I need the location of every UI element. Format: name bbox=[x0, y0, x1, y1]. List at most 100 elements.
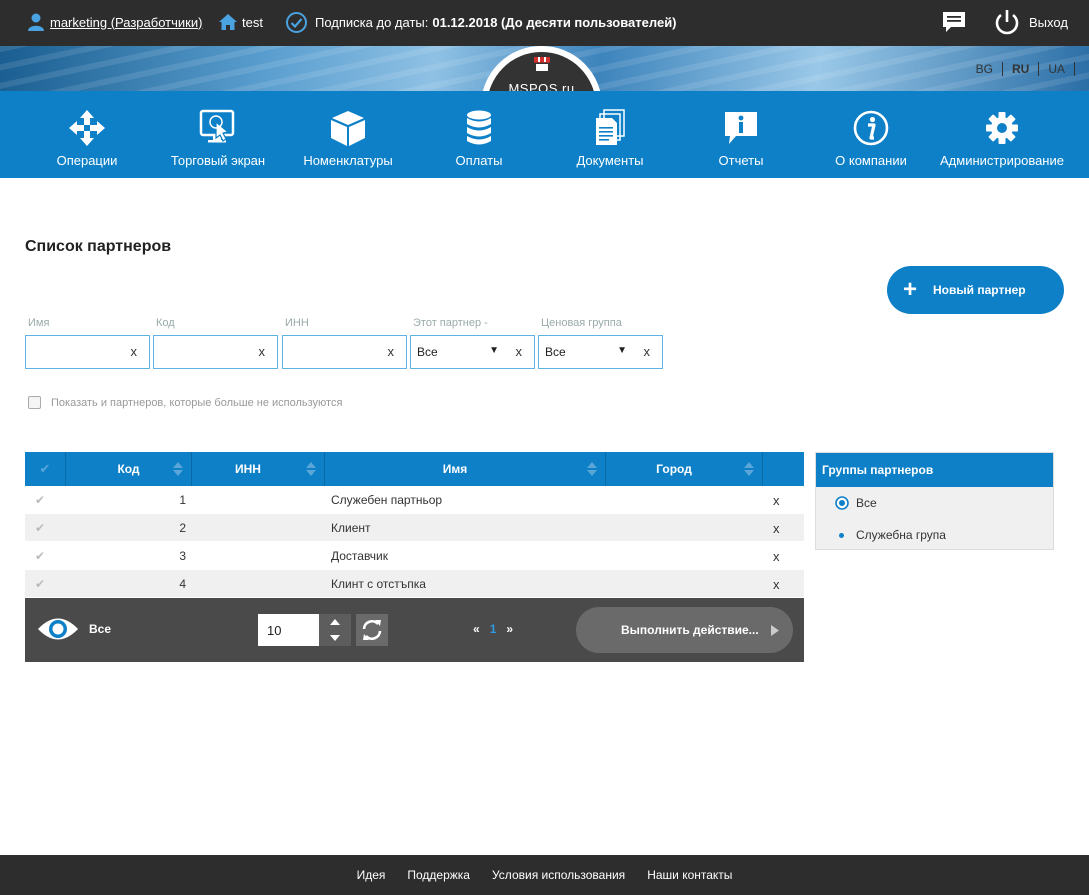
documents-icon bbox=[590, 108, 630, 148]
bullet-icon bbox=[839, 532, 844, 538]
info-circle-icon bbox=[851, 108, 891, 148]
row-check-icon[interactable]: ✔ bbox=[35, 542, 45, 570]
sort-icon[interactable] bbox=[744, 461, 754, 477]
view-toggle[interactable]: Все bbox=[37, 614, 111, 644]
sort-icon[interactable] bbox=[173, 461, 183, 477]
column-code[interactable]: Код bbox=[66, 452, 192, 486]
radio-selected-icon bbox=[835, 496, 849, 510]
nav-documents[interactable]: Документы bbox=[545, 91, 675, 178]
grid-header: ✔ Код ИНН Имя Город bbox=[25, 452, 804, 486]
page-size-stepper[interactable] bbox=[319, 614, 351, 646]
nav-products[interactable]: Номенклатуры bbox=[283, 91, 413, 178]
store-awning-icon bbox=[534, 57, 550, 71]
nav-admin[interactable]: Администрирование bbox=[937, 91, 1067, 178]
partner-groups-panel: Группы партнеров Все Служебна група bbox=[815, 452, 1054, 550]
footer-link-idea[interactable]: Идея bbox=[357, 868, 386, 882]
new-partner-button[interactable]: + Новый партнер bbox=[887, 266, 1064, 314]
clear-icon[interactable]: x bbox=[131, 344, 138, 359]
home-icon bbox=[218, 13, 238, 31]
touch-screen-icon bbox=[198, 108, 238, 148]
delete-icon[interactable]: x bbox=[773, 542, 780, 570]
clear-icon[interactable]: x bbox=[516, 344, 523, 359]
table-row[interactable]: ✔ 4 Клинт с отстъпка x bbox=[25, 570, 804, 598]
group-item-all[interactable]: Все bbox=[816, 487, 1053, 519]
nav-pos-screen[interactable]: Торговый экран bbox=[153, 91, 283, 178]
name-filter-input[interactable]: x bbox=[25, 335, 150, 369]
name-filter-label: Имя bbox=[28, 317, 50, 329]
refresh-icon bbox=[362, 620, 382, 640]
inn-filter-label: ИНН bbox=[285, 317, 309, 329]
subscription-value: 01.12.2018 (До десяти пользователей) bbox=[432, 14, 677, 30]
view-label: Все bbox=[89, 622, 112, 636]
column-city[interactable]: Город bbox=[606, 452, 763, 486]
nav-operations[interactable]: Операции bbox=[22, 91, 152, 178]
table-row[interactable]: ✔ 2 Клиент x bbox=[25, 514, 804, 542]
user-name[interactable]: marketing (Разработчики) bbox=[50, 15, 202, 30]
nav-label: Документы bbox=[576, 153, 644, 168]
main-nav: Операции Торговый экран Номенклатуры Опл… bbox=[0, 91, 1089, 178]
show-unused-checkbox[interactable] bbox=[28, 396, 41, 409]
column-name[interactable]: Имя bbox=[325, 452, 606, 486]
select-value: Все bbox=[417, 345, 438, 359]
nav-label: О компании bbox=[835, 153, 907, 168]
select-all-column[interactable]: ✔ bbox=[25, 452, 66, 486]
this-partner-select[interactable]: Все ▼ x bbox=[410, 335, 535, 369]
lang-ua[interactable]: UA bbox=[1039, 62, 1075, 76]
coins-stack-icon bbox=[459, 108, 499, 148]
row-check-icon[interactable]: ✔ bbox=[35, 514, 45, 542]
execute-action-label: Выполнить действие... bbox=[621, 623, 759, 637]
table-row[interactable]: ✔ 1 Служебен партньор x bbox=[25, 486, 804, 514]
lang-bg[interactable]: BG bbox=[967, 62, 1003, 76]
user-link[interactable]: marketing (Разработчики) bbox=[28, 0, 202, 44]
page-size-input[interactable]: 10 bbox=[258, 614, 319, 646]
top-bar: marketing (Разработчики) test Подписка д… bbox=[0, 0, 1089, 46]
language-switcher: BG RU UA bbox=[967, 62, 1075, 76]
footer-link-terms[interactable]: Условия использования bbox=[492, 868, 625, 882]
code-filter-input[interactable]: x bbox=[153, 335, 278, 369]
store-name: test bbox=[242, 14, 263, 30]
pager: « 1 » bbox=[473, 622, 513, 636]
nav-reports[interactable]: Отчеты bbox=[676, 91, 806, 178]
footer-link-support[interactable]: Поддержка bbox=[407, 868, 470, 882]
store-link[interactable]: test bbox=[218, 0, 263, 44]
row-check-icon[interactable]: ✔ bbox=[35, 486, 45, 514]
sort-icon[interactable] bbox=[306, 461, 316, 477]
delete-icon[interactable]: x bbox=[773, 570, 780, 598]
cell-name: Служебен партньор bbox=[331, 493, 443, 507]
row-check-icon[interactable]: ✔ bbox=[35, 570, 45, 598]
sort-icon[interactable] bbox=[587, 461, 597, 477]
cell-name: Клинт с отстъпка bbox=[331, 577, 426, 591]
delete-icon[interactable]: x bbox=[773, 486, 780, 514]
pager-page[interactable]: 1 bbox=[490, 622, 497, 636]
execute-action-button[interactable]: Выполнить действие... bbox=[576, 607, 793, 653]
gear-icon bbox=[982, 108, 1022, 148]
stepper-arrows-icon bbox=[330, 619, 340, 641]
nav-payments[interactable]: Оплаты bbox=[414, 91, 544, 178]
footer-link-contacts[interactable]: Наши контакты bbox=[647, 868, 732, 882]
delete-icon[interactable]: x bbox=[773, 514, 780, 542]
nav-about[interactable]: О компании bbox=[806, 91, 936, 178]
cell-name: Клиент bbox=[331, 521, 371, 535]
clock-check-icon bbox=[285, 11, 308, 34]
page-size-value: 10 bbox=[267, 622, 282, 638]
logout-button[interactable]: Выход bbox=[993, 0, 1068, 44]
price-group-select[interactable]: Все ▼ x bbox=[538, 335, 663, 369]
messages-icon[interactable] bbox=[941, 0, 967, 44]
box-icon bbox=[328, 108, 368, 148]
select-value: Все bbox=[545, 345, 566, 359]
group-item-service[interactable]: Служебна група bbox=[816, 519, 1053, 551]
clear-icon[interactable]: x bbox=[259, 344, 266, 359]
clear-icon[interactable]: x bbox=[388, 344, 395, 359]
pager-next[interactable]: » bbox=[506, 622, 513, 636]
pager-prev[interactable]: « bbox=[473, 622, 480, 636]
lang-ru[interactable]: RU bbox=[1003, 62, 1040, 76]
banner: MSPOS.ru BG RU UA bbox=[0, 46, 1089, 91]
table-row[interactable]: ✔ 3 Доставчик x bbox=[25, 542, 804, 570]
clear-icon[interactable]: x bbox=[644, 344, 651, 359]
show-unused-label[interactable]: Показать и партнеров, которые больше не … bbox=[51, 397, 342, 409]
inn-filter-input[interactable]: x bbox=[282, 335, 407, 369]
new-partner-label: Новый партнер bbox=[933, 283, 1026, 297]
subscription-info: Подписка до даты: 01.12.2018 (До десяти … bbox=[285, 0, 677, 44]
refresh-button[interactable] bbox=[356, 614, 388, 646]
column-inn[interactable]: ИНН bbox=[192, 452, 325, 486]
